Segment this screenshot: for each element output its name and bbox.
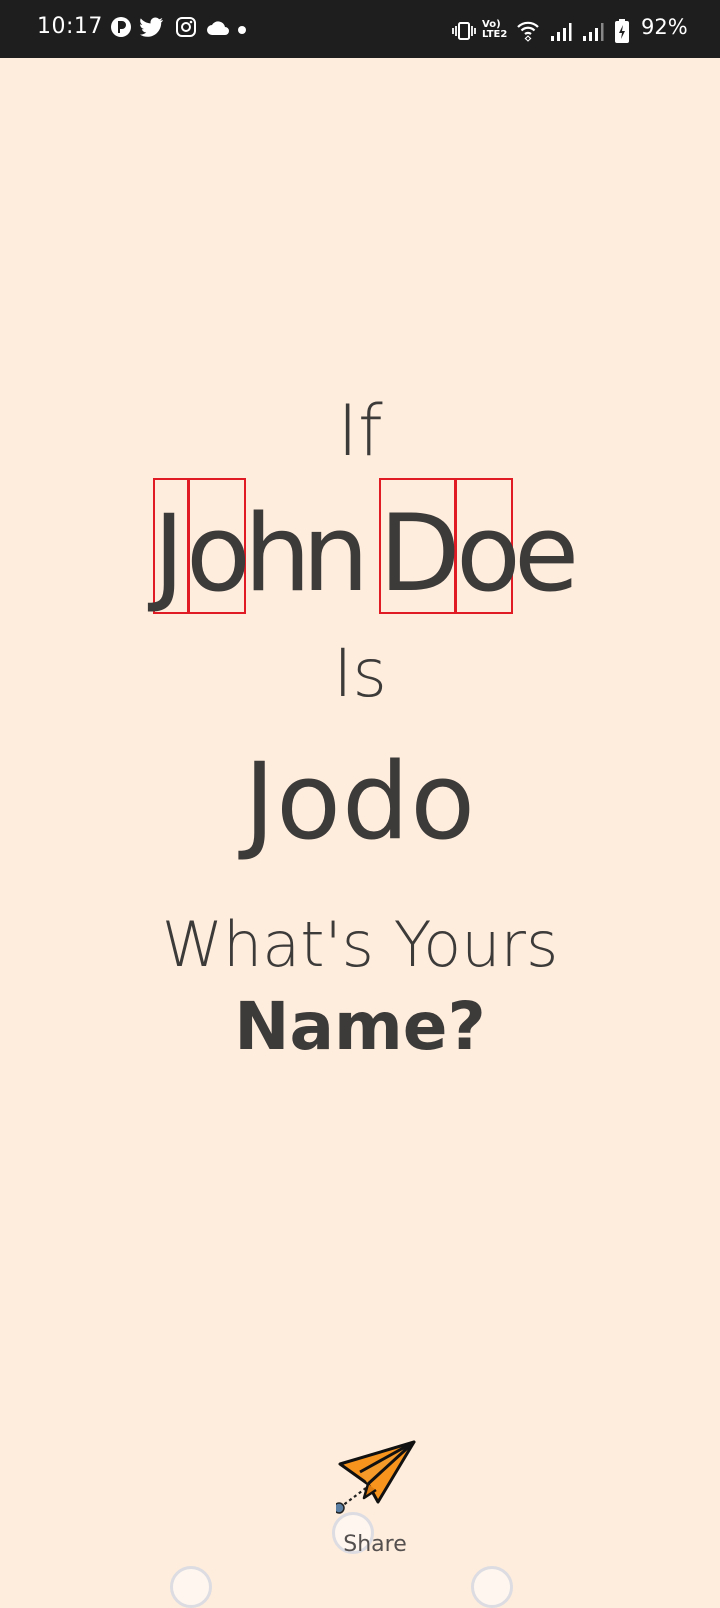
name-letter: D	[379, 492, 461, 615]
line-if: If	[337, 390, 383, 472]
name-letter: n	[302, 492, 370, 615]
signal-icon	[551, 23, 572, 41]
touch-indicator	[170, 1566, 212, 1608]
tumblr-like-icon	[111, 17, 131, 37]
touch-indicator	[471, 1566, 513, 1608]
name-letter: e	[514, 492, 580, 615]
nickname-result: Jodo	[243, 740, 477, 863]
share-button[interactable]: Share	[330, 1532, 420, 1557]
name-letter: h	[244, 492, 312, 615]
full-name: John Doe	[152, 492, 580, 615]
question-name: Name?	[234, 988, 486, 1065]
vibrate-icon	[452, 22, 476, 40]
volte-icon: Vo) LTE2	[482, 19, 508, 40]
twitter-icon	[140, 17, 163, 37]
wifi-icon	[517, 21, 539, 42]
battery-percentage: 92%	[641, 15, 688, 39]
name-letter: o	[456, 492, 521, 615]
signal-icon	[583, 23, 604, 41]
status-time: 10:17	[37, 14, 103, 39]
question-line: What's Yours	[161, 908, 559, 981]
cloud-icon	[207, 21, 229, 35]
line-is: Is	[333, 635, 387, 712]
battery-charging-icon	[615, 19, 629, 43]
dot-icon	[238, 26, 246, 34]
status-bar: 10:17 Vo) LTE2 92%	[0, 0, 720, 58]
instagram-icon	[176, 17, 196, 37]
name-letter: J	[153, 492, 185, 615]
name-letter: o	[186, 492, 251, 615]
